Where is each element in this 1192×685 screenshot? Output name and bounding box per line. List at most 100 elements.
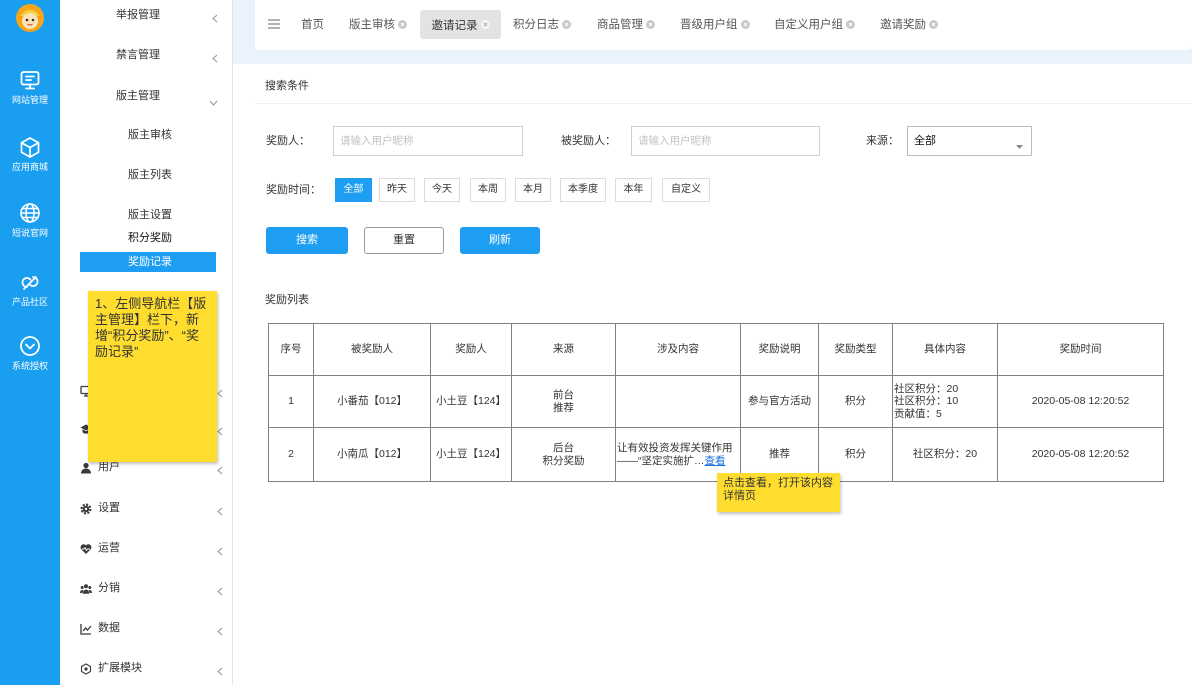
menu-item-moderator-list[interactable]: 版主列表: [60, 165, 232, 185]
refresh-button[interactable]: 刷新: [460, 227, 540, 254]
chevron-down-icon: [209, 93, 218, 106]
menu-item-reward-records[interactable]: 奖励记录: [80, 252, 216, 272]
cell-source: 后台 积分奖励: [511, 427, 616, 482]
search-button[interactable]: 搜索: [266, 227, 348, 254]
rewardee-input[interactable]: [631, 126, 820, 156]
cell-rewardee: 小南瓜【012】: [313, 427, 431, 482]
rewarder-label: 奖励人：: [266, 135, 310, 147]
time-option-this-month[interactable]: 本月: [515, 178, 551, 202]
tab-invite-rewards[interactable]: 邀请奖励: [880, 14, 938, 34]
rail-item-license[interactable]: 系统授权: [0, 335, 60, 372]
menu-group-settings[interactable]: 设置: [60, 498, 232, 518]
cell-details: 社区积分：20 社区积分：10 贡献值：5: [892, 375, 998, 428]
menu-label: 扩展模块: [98, 662, 142, 674]
list-title: 奖励列表: [265, 294, 309, 306]
column-header: 奖励说明: [740, 323, 819, 376]
rewarder-input[interactable]: [333, 126, 523, 156]
monitor-icon: [19, 69, 41, 91]
globe-icon: [19, 202, 41, 224]
menu-group-operations[interactable]: 运营: [60, 538, 232, 558]
tab-moderator-review[interactable]: 版主审核: [349, 14, 407, 34]
tab-promotion-groups[interactable]: 晋级用户组: [680, 14, 750, 34]
rail-item-app-store[interactable]: 应用商城: [0, 136, 60, 173]
avatar[interactable]: [15, 3, 45, 33]
rail-item-label: 系统授权: [11, 361, 48, 371]
icon-sidebar: 网站管理 应用商城 短说官网 产品社区 系统授权: [0, 0, 60, 685]
source-select[interactable]: 全部: [907, 126, 1032, 156]
hamburger-icon[interactable]: [268, 19, 280, 29]
chevron-left-icon: [217, 462, 223, 475]
time-option-this-quarter[interactable]: 本季度: [560, 178, 606, 202]
column-header: 奖励类型: [818, 323, 893, 376]
user-icon: [80, 461, 92, 474]
group-icon: [80, 582, 92, 594]
column-header: 来源: [511, 323, 616, 376]
dropdown-arrow-icon: [1016, 140, 1023, 149]
column-header: 奖励时间: [997, 323, 1164, 376]
menu-group-extensions[interactable]: 扩展模块: [60, 658, 232, 678]
chevron-left-icon: [212, 10, 218, 23]
menu-item-points-reward[interactable]: 积分奖励: [60, 228, 232, 248]
menu-item-moderator-settings[interactable]: 版主设置: [60, 205, 232, 225]
cell-source: 前台 推荐: [511, 375, 616, 428]
tab-label: 邀请记录: [431, 19, 478, 32]
close-icon[interactable]: [398, 19, 407, 29]
time-label: 奖励时间：: [266, 184, 321, 196]
tab-invite-records[interactable]: 邀请记录: [420, 10, 501, 39]
time-option-yesterday[interactable]: 昨天: [379, 178, 415, 202]
close-icon[interactable]: [846, 19, 855, 29]
menu-group-moderator[interactable]: 版主管理: [60, 86, 232, 106]
menu-label: 版主审核: [128, 129, 172, 141]
extension-icon: [80, 662, 92, 675]
cell-description: 参与官方活动: [740, 375, 819, 428]
menu-group-distribution[interactable]: 分销: [60, 578, 232, 598]
menu-group-report[interactable]: 举报管理: [60, 5, 232, 25]
section-title: 搜索条件: [265, 80, 309, 92]
close-icon[interactable]: [646, 19, 655, 29]
menu-group-mute[interactable]: 禁言管理: [60, 45, 232, 65]
cell-index: 2: [268, 427, 314, 482]
tab-custom-groups[interactable]: 自定义用户组: [774, 14, 855, 34]
menu-label: 运营: [98, 542, 120, 554]
reward-table: 序号 被奖励人 奖励人 来源 涉及内容 奖励说明 奖励类型 具体内容 奖励时间 …: [268, 323, 1164, 482]
tab-label: 版主审核: [349, 19, 395, 31]
reset-button[interactable]: 重置: [364, 227, 444, 254]
time-option-all[interactable]: 全部: [335, 178, 372, 202]
time-option-this-year[interactable]: 本年: [615, 178, 652, 202]
source-label: 来源：: [866, 135, 899, 147]
close-icon[interactable]: [740, 19, 750, 29]
menu-group-data[interactable]: 数据: [60, 618, 232, 638]
menu-item-moderator-review[interactable]: 版主审核: [60, 125, 232, 145]
cloud-icon: [19, 271, 41, 293]
rail-item-label: 短说官网: [11, 228, 48, 238]
menu-label: 积分奖励: [128, 232, 172, 244]
tab-goods-management[interactable]: 商品管理: [597, 14, 655, 34]
tab-home[interactable]: 首页: [301, 14, 324, 34]
column-header: 具体内容: [892, 323, 998, 376]
menu-label: 版主列表: [128, 169, 172, 181]
chevron-left-icon: [217, 583, 223, 596]
time-option-custom[interactable]: 自定义: [662, 178, 710, 202]
chevron-left-icon: [217, 663, 223, 676]
annotation-note-view: 点击查看，打开该内容详情页: [717, 473, 840, 512]
check-circle-icon: [19, 335, 41, 357]
table-row: 2 小南瓜【012】 小土豆【124】 后台 积分奖励 让有效投资发挥关键作用 …: [268, 427, 1164, 482]
time-option-this-week[interactable]: 本周: [470, 178, 506, 202]
view-link[interactable]: 查看: [705, 455, 726, 467]
menu-label: 设置: [98, 502, 120, 514]
close-icon[interactable]: [929, 19, 938, 29]
rail-item-label: 产品社区: [11, 297, 48, 307]
chevron-left-icon: [217, 623, 223, 636]
close-icon[interactable]: [562, 19, 571, 29]
tab-label: 积分日志: [513, 19, 559, 31]
close-icon[interactable]: [480, 20, 490, 29]
tab-label: 晋级用户组: [680, 19, 738, 31]
tab-points-log[interactable]: 积分日志: [513, 14, 571, 34]
cell-time: 2020-05-08 12:20:52: [997, 427, 1164, 482]
rail-item-website-admin[interactable]: 网站管理: [0, 69, 60, 106]
tab-label: 商品管理: [597, 19, 643, 31]
rail-item-community[interactable]: 产品社区: [0, 271, 60, 308]
rail-item-official-site[interactable]: 短说官网: [0, 202, 60, 239]
cell-details: 社区积分：20: [892, 427, 998, 482]
time-option-today[interactable]: 今天: [424, 178, 460, 202]
